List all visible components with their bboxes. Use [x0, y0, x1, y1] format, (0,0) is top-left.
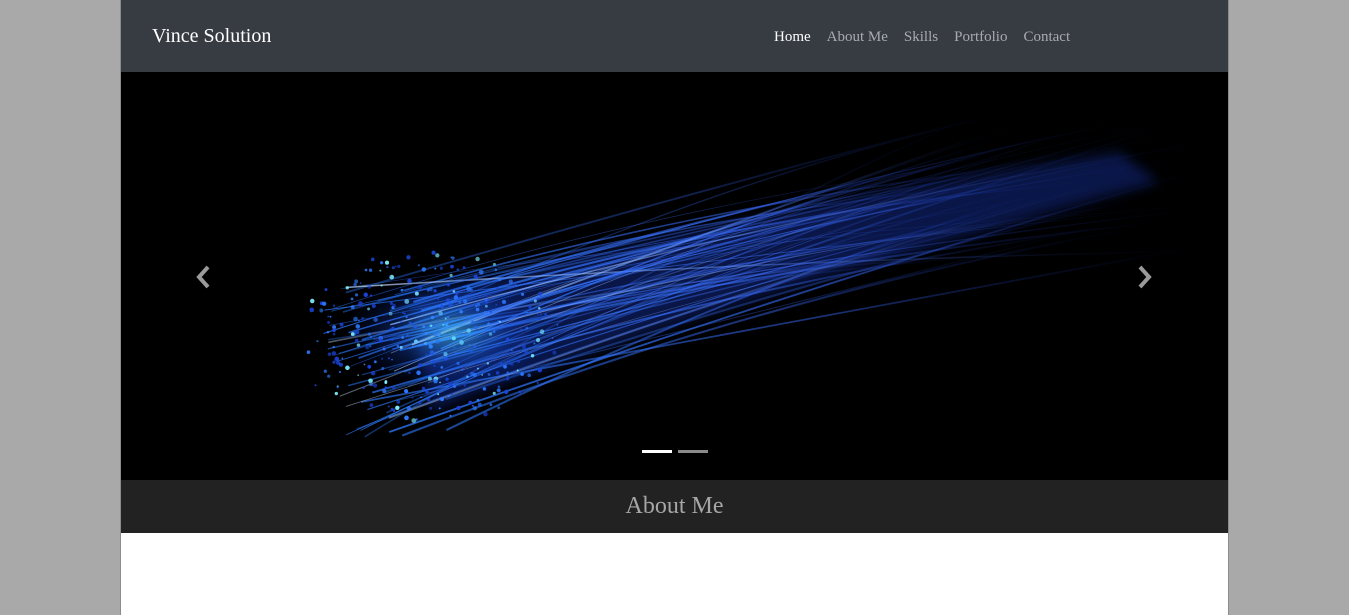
about-section-title: About Me: [625, 493, 724, 519]
nav-item-about-me[interactable]: About Me: [827, 27, 888, 47]
about-section-header: About Me: [121, 480, 1228, 533]
carousel-slide-image: [121, 72, 1228, 480]
carousel-indicator-2[interactable]: [678, 450, 708, 453]
about-section-content: [121, 533, 1228, 615]
page-container: Vince Solution Home About Me Skills Port…: [120, 0, 1229, 615]
chevron-right-icon: [1138, 265, 1152, 289]
navbar: Vince Solution Home About Me Skills Port…: [121, 0, 1228, 72]
brand-link[interactable]: Vince Solution: [152, 24, 271, 48]
nav-item-home[interactable]: Home: [774, 27, 811, 47]
carousel-indicator-1[interactable]: [642, 450, 672, 453]
nav-item-portfolio[interactable]: Portfolio: [954, 27, 1007, 47]
nav-menu: Home About Me Skills Portfolio Contact: [774, 27, 1086, 47]
carousel-prev-button[interactable]: [192, 262, 216, 292]
carousel-next-button[interactable]: [1132, 262, 1156, 292]
nav-item-contact[interactable]: Contact: [1023, 27, 1070, 47]
hero-carousel: [121, 72, 1228, 480]
chevron-left-icon: [196, 265, 210, 289]
carousel-indicators: [642, 450, 708, 453]
nav-item-skills[interactable]: Skills: [904, 27, 938, 47]
